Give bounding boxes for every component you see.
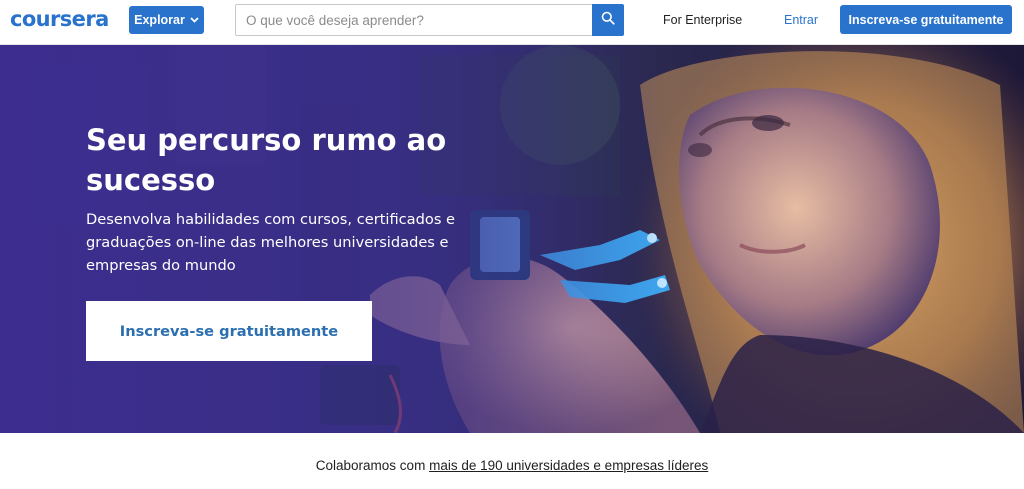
hero-banner: Seu percurso rumo ao sucesso Desenvolva …: [0, 45, 1024, 433]
coursera-logo[interactable]: coursera: [10, 8, 109, 30]
explore-label: Explorar: [134, 13, 185, 27]
search-bar: [235, 4, 624, 36]
sign-in-link[interactable]: Entrar: [784, 13, 818, 27]
explore-button[interactable]: Explorar: [129, 6, 204, 34]
partners-text: Colaboramos com: [315, 458, 426, 473]
hero-signup-button[interactable]: Inscreva-se gratuitamente: [86, 301, 372, 361]
search-icon: [601, 11, 615, 30]
partners-link[interactable]: mais de 190 universidades e empresas líd…: [429, 458, 708, 473]
search-input[interactable]: [235, 4, 592, 36]
search-button[interactable]: [592, 4, 624, 36]
for-enterprise-link[interactable]: For Enterprise: [663, 13, 742, 27]
partners-statement: Colaboramos com mais de 190 universidade…: [0, 458, 1024, 474]
top-navigation-bar: coursera Explorar For Enterprise Entrar …: [0, 0, 1024, 45]
hero-title: Seu percurso rumo ao sucesso: [86, 123, 447, 197]
hero-subtitle: Desenvolva habilidades com cursos, certi…: [86, 211, 456, 274]
chevron-down-icon: [190, 17, 199, 23]
signup-button[interactable]: Inscreva-se gratuitamente: [840, 5, 1012, 34]
